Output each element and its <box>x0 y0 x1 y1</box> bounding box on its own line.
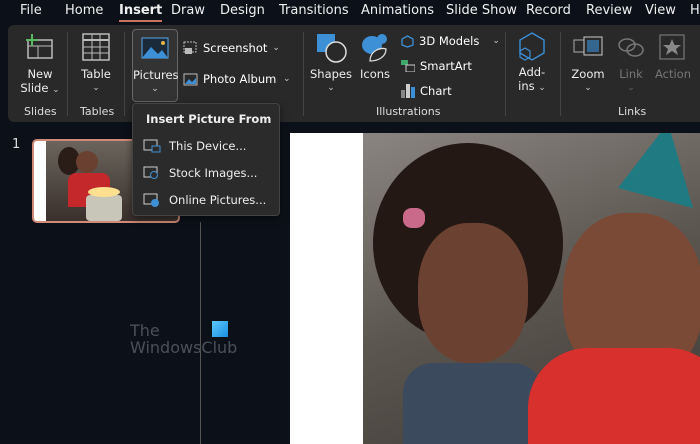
cube-icon <box>401 34 414 48</box>
new-slide-icon <box>26 34 53 59</box>
smartart-label: SmartArt <box>420 59 472 73</box>
chart-button[interactable]: Chart <box>401 83 452 98</box>
slide-number: 1 <box>12 137 21 152</box>
stock-images-icon <box>143 166 158 179</box>
action-button[interactable] <box>659 34 685 63</box>
icons-label: Icons <box>359 67 391 81</box>
menu-item-label: Stock Images... <box>169 166 258 180</box>
screenshot-icon <box>183 41 197 54</box>
3d-models-label: 3D Models <box>419 34 480 48</box>
menu-item-online-pictures[interactable]: Online Pictures... <box>143 192 266 208</box>
tab-help[interactable]: H <box>690 3 700 18</box>
pictures-label: Pictures <box>133 68 179 82</box>
icons-icon <box>362 34 387 62</box>
menu-item-label: Online Pictures... <box>169 193 267 207</box>
chevron-down-icon: ⌄ <box>92 83 100 93</box>
tab-design[interactable]: Design <box>220 3 265 18</box>
tab-file[interactable]: File <box>20 3 42 18</box>
table-label: Table <box>81 67 111 81</box>
action-icon <box>659 34 685 60</box>
new-slide-label-2: Slide <box>20 81 49 95</box>
windows-logo-icon <box>212 321 228 337</box>
chevron-down-icon: ⌄ <box>327 83 335 93</box>
menu-item-stock-images[interactable]: Stock Images... <box>143 165 257 181</box>
3d-models-button[interactable]: 3D Models ⌄ <box>401 34 500 48</box>
smartart-button[interactable]: SmartArt <box>401 59 472 73</box>
divider <box>67 32 68 116</box>
chevron-down-icon: ⌄ <box>272 43 280 53</box>
table-button[interactable] <box>82 33 110 64</box>
screenshot-label: Screenshot <box>203 41 268 55</box>
slide-canvas[interactable] <box>290 133 700 444</box>
group-illustrations: Illustrations <box>376 105 441 118</box>
addins-button[interactable] <box>517 31 547 64</box>
chevron-down-icon: ⌄ <box>627 83 635 93</box>
chart-label: Chart <box>420 83 452 98</box>
pictures-button[interactable]: Pictures ⌄ <box>132 29 179 102</box>
table-icon <box>82 33 110 61</box>
action-label: Action <box>654 67 692 81</box>
chevron-down-icon: ⌄ <box>52 85 60 95</box>
tab-insert[interactable]: Insert <box>119 3 163 22</box>
zoom-button[interactable] <box>573 36 603 61</box>
tab-draw[interactable]: Draw <box>171 3 205 18</box>
divider <box>303 32 304 116</box>
tab-animations[interactable]: Animations <box>361 3 434 18</box>
pictures-icon <box>141 37 169 59</box>
insert-picture-menu: Insert Picture From This Device... Stock… <box>132 103 280 216</box>
chevron-down-icon: ⌄ <box>584 83 592 93</box>
group-tables: Tables <box>80 105 115 118</box>
chart-icon <box>401 84 415 98</box>
photo[interactable] <box>363 133 700 444</box>
chevron-down-icon: ⌄ <box>538 83 546 93</box>
addins-icon <box>519 32 545 61</box>
shapes-label: Shapes <box>310 67 353 81</box>
addins-label-2: ins <box>518 79 535 93</box>
tab-home[interactable]: Home <box>65 3 103 18</box>
divider <box>560 32 561 116</box>
shapes-icon <box>317 34 347 63</box>
chevron-down-icon: ⌄ <box>492 36 500 46</box>
photo-album-button[interactable]: Photo Album <box>183 72 276 86</box>
new-slide-label: New <box>27 67 53 81</box>
divider <box>124 32 125 116</box>
online-pictures-icon <box>143 193 159 207</box>
zoom-label: Zoom <box>571 67 605 81</box>
tab-review[interactable]: Review <box>586 3 632 18</box>
menu-item-this-device[interactable]: This Device... <box>143 138 246 154</box>
screenshot-button[interactable]: Screenshot ⌄ <box>183 41 280 55</box>
photo-album-icon <box>183 73 198 85</box>
tab-record[interactable]: Record <box>526 3 571 18</box>
link-icon <box>618 38 644 57</box>
smartart-icon <box>401 60 415 72</box>
chevron-down-icon: ⌄ <box>151 84 159 94</box>
new-slide-button[interactable] <box>24 32 54 62</box>
divider <box>505 32 506 116</box>
link-label: Link <box>619 67 643 81</box>
icons-button[interactable] <box>360 33 390 66</box>
tab-view[interactable]: View <box>645 3 676 18</box>
watermark-line-2: WindowsClub <box>130 338 238 357</box>
group-slides: Slides <box>24 105 57 118</box>
shapes-button[interactable] <box>316 33 348 66</box>
group-links: Links <box>618 105 647 118</box>
menu-title: Insert Picture From <box>146 112 272 126</box>
zoom-icon <box>573 36 603 56</box>
tab-slide-show[interactable]: Slide Show <box>446 3 517 18</box>
photo-album-label: Photo Album <box>203 72 277 86</box>
tab-transitions[interactable]: Transitions <box>279 3 349 18</box>
menu-item-label: This Device... <box>169 139 247 153</box>
addins-label: Add- <box>518 65 546 79</box>
device-icon <box>143 139 161 153</box>
photo-album-dropdown[interactable]: ⌄ <box>283 74 291 84</box>
link-button[interactable] <box>617 36 645 61</box>
